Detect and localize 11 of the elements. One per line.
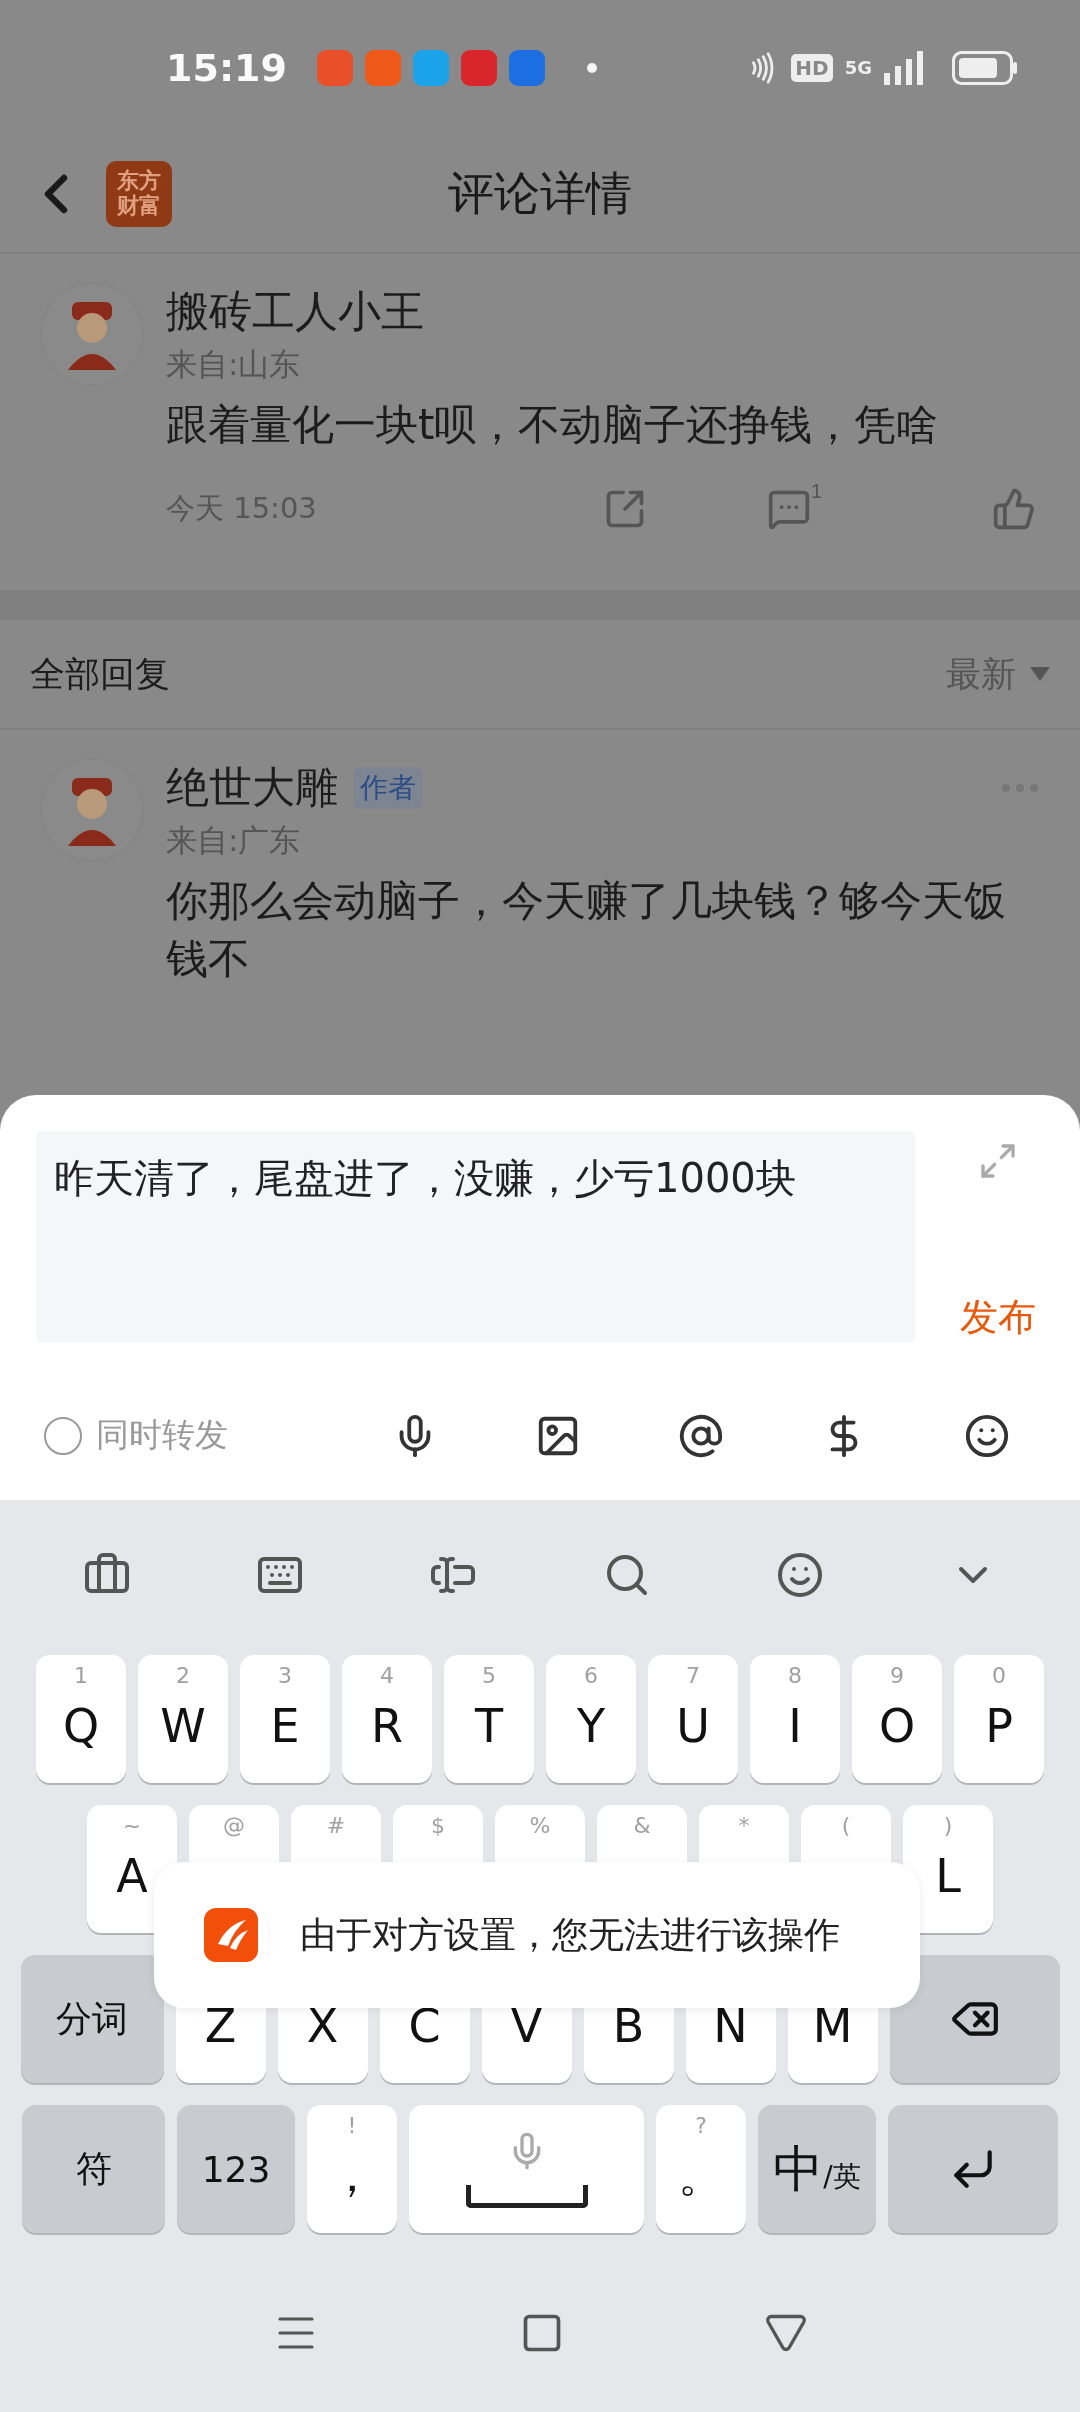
author-badge: 作者 (354, 767, 422, 809)
network-type: 5G (844, 57, 872, 78)
page-title: 评论详情 (448, 164, 632, 222)
app-logo: 东方 财富 (106, 160, 172, 227)
status-time: 15:19 (166, 45, 287, 90)
section-title: 全部回复 (30, 652, 170, 696)
author-name: 搬砖工人小王 (166, 285, 424, 338)
comment-text: 跟着量化一块t呗，不动脑子还挣钱，凭啥 (166, 399, 940, 451)
hd-badge: HD (791, 53, 833, 82)
author-name: 绝世大雕 (166, 761, 338, 814)
comment-text: 你那么会动脑子，今天赚了几块钱？够今天饭钱不 (166, 875, 1007, 985)
